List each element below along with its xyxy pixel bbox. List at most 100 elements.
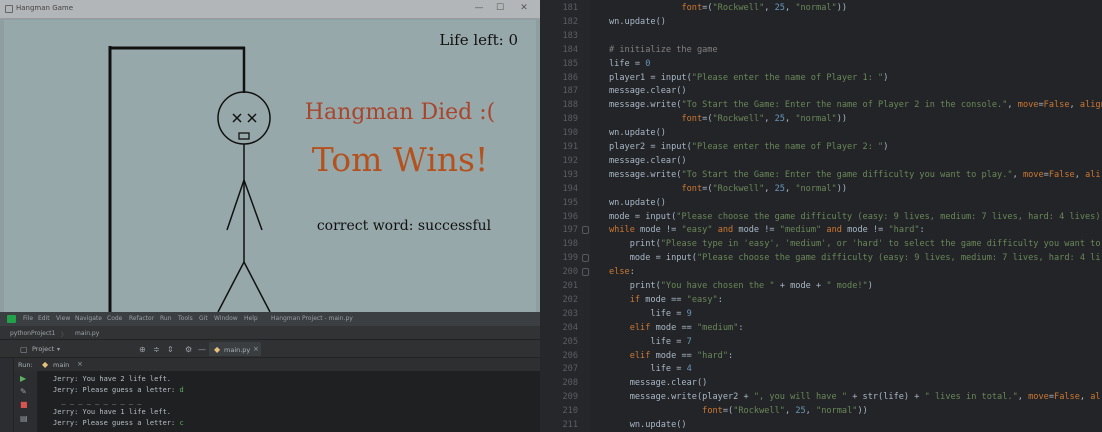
code-text[interactable]: font=("Rockwell", 25, "normal")) <box>609 112 847 126</box>
code-text[interactable]: life = 7 <box>609 335 691 349</box>
code-text[interactable]: life = 4 <box>609 362 691 376</box>
code-text[interactable]: wn.update() <box>609 196 666 210</box>
menu-view[interactable]: View <box>56 315 70 322</box>
code-line[interactable]: 202 if mode == "easy": <box>540 293 1102 307</box>
code-line[interactable]: 195 wn.update() <box>540 196 1102 210</box>
code-text[interactable]: life = 0 <box>609 57 650 71</box>
code-text[interactable]: message.write("To Start the Game: Enter … <box>609 168 1101 182</box>
code-text[interactable]: message.write(player2 + ", you will have… <box>609 390 1101 404</box>
code-line[interactable]: 181 font=("Rockwell", 25, "normal")) <box>540 1 1102 15</box>
code-line[interactable]: 209 message.write(player2 + ", you will … <box>540 390 1102 404</box>
code-line[interactable]: 200 else: <box>540 265 1102 279</box>
code-line[interactable]: 207 life = 4 <box>540 362 1102 376</box>
run-console[interactable]: Jerry: You have 2 life left. Jerry: Plea… <box>38 371 540 432</box>
code-line[interactable]: 205 life = 7 <box>540 335 1102 349</box>
code-line[interactable]: 208 message.clear() <box>540 376 1102 390</box>
menu-refactor[interactable]: Refactor <box>129 315 154 322</box>
code-line[interactable]: 206 elif mode == "hard": <box>540 349 1102 363</box>
code-text[interactable]: message.write("To Start the Game: Enter … <box>609 98 1102 112</box>
minimize-panel-icon[interactable]: — <box>198 345 206 354</box>
project-dropdown[interactable]: Project <box>32 345 54 353</box>
fold-marker-icon[interactable] <box>582 226 589 235</box>
code-text[interactable]: font=("Rockwell", 25, "normal")) <box>609 182 847 196</box>
code-line[interactable]: 190 wn.update() <box>540 126 1102 140</box>
code-line[interactable]: 194 font=("Rockwell", 25, "normal")) <box>540 182 1102 196</box>
layout-icon[interactable]: ▤ <box>20 414 28 423</box>
code-line[interactable]: 183 <box>540 29 1102 43</box>
code-line[interactable]: 196 mode = input("Please choose the game … <box>540 210 1102 224</box>
code-text[interactable]: mode = input("Please choose the game dif… <box>609 210 1101 224</box>
menu-git[interactable]: Git <box>199 315 208 322</box>
code-editor[interactable]: 181 font=("Rockwell", 25, "normal")) 182 w… <box>540 0 1102 432</box>
code-text[interactable]: message.clear() <box>609 84 687 98</box>
tab-main-py[interactable]: ◆ main.py × <box>209 342 261 356</box>
code-line[interactable]: 186 player1 = input("Please enter the nam… <box>540 71 1102 85</box>
code-text[interactable]: print("Please type in 'easy', 'medium', … <box>609 237 1101 251</box>
code-text[interactable]: # initialize the game <box>609 43 718 57</box>
code-line[interactable]: 192 message.clear() <box>540 154 1102 168</box>
menu-window[interactable]: Window <box>214 315 238 322</box>
code-text[interactable]: wn.update() <box>609 15 666 29</box>
code-text[interactable]: font=("Rockwell", 25, "normal")) <box>609 1 847 15</box>
stop-icon[interactable]: ■ <box>20 400 28 409</box>
target-icon[interactable]: ⊕ <box>139 345 146 354</box>
code-line[interactable]: 193 message.write("To Start the Game: Ent… <box>540 168 1102 182</box>
fold-marker-icon[interactable] <box>582 254 589 263</box>
code-line[interactable]: 197 while mode != "easy" and mode != "med… <box>540 223 1102 237</box>
code-line[interactable]: 203 life = 9 <box>540 307 1102 321</box>
chevron-down-icon[interactable]: ▾ <box>57 346 60 353</box>
code-text[interactable]: elif mode == "medium": <box>609 321 744 335</box>
window-titlebar[interactable]: Hangman Game — ☐ ✕ <box>0 0 540 19</box>
menu-navigate[interactable]: Navigate <box>75 315 102 322</box>
close-tab-icon[interactable]: × <box>253 345 259 353</box>
code-text[interactable]: message.clear() <box>609 154 687 168</box>
menu-file[interactable]: File <box>23 315 33 322</box>
code-text[interactable]: wn.update() <box>609 126 666 140</box>
code-line[interactable]: 201 print("You have chosen the " + mode … <box>540 279 1102 293</box>
code-text[interactable]: while mode != "easy" and mode != "medium… <box>609 223 925 237</box>
code-line[interactable]: 189 font=("Rockwell", 25, "normal")) <box>540 112 1102 126</box>
breadcrumb-file[interactable]: main.py <box>75 330 99 337</box>
project-toolbar: ▢ Project ▾ ⊕ ≑ ⇕ ⚙ — ◆ main.py × <box>0 340 540 358</box>
code-line[interactable]: 182 wn.update() <box>540 15 1102 29</box>
rerun-icon[interactable]: ▶ <box>20 374 26 383</box>
maximize-button[interactable]: ☐ <box>493 3 507 13</box>
code-line[interactable]: 199 mode = input("Please choose the game… <box>540 251 1102 265</box>
expand-icon[interactable]: ⇕ <box>167 345 174 354</box>
code-text[interactable]: else: <box>609 265 635 279</box>
menu-edit[interactable]: Edit <box>38 315 50 322</box>
code-line[interactable]: 184 # initialize the game <box>540 43 1102 57</box>
wrench-icon[interactable]: ✎ <box>20 387 27 396</box>
code-text[interactable]: life = 9 <box>609 307 691 321</box>
menu-code[interactable]: Code <box>107 315 122 322</box>
code-text[interactable]: player1 = input("Please enter the name o… <box>609 71 888 85</box>
breadcrumb-project[interactable]: pythonProject1 <box>10 330 55 337</box>
menu-run[interactable]: Run <box>160 315 172 322</box>
code-text[interactable]: elif mode == "hard": <box>609 349 734 363</box>
code-line[interactable]: 187 message.clear() <box>540 84 1102 98</box>
code-text[interactable]: if mode == "easy": <box>609 293 723 307</box>
code-text[interactable]: wn.update() <box>609 418 687 432</box>
code-line[interactable]: 185 life = 0 <box>540 57 1102 71</box>
code-line[interactable]: 204 elif mode == "medium": <box>540 321 1102 335</box>
code-line[interactable]: 188 message.write("To Start the Game: Ent… <box>540 98 1102 112</box>
gear-icon[interactable]: ⚙ <box>185 345 192 354</box>
code-line[interactable]: 210 font=("Rockwell", 25, "normal")) <box>540 404 1102 418</box>
code-text[interactable]: message.clear() <box>609 376 708 390</box>
close-run-tab-icon[interactable]: × <box>77 360 83 368</box>
menu-help[interactable]: Help <box>244 315 258 322</box>
code-line[interactable]: 198 print("Please type in 'easy', 'mediu… <box>540 237 1102 251</box>
menu-tools[interactable]: Tools <box>178 315 193 322</box>
code-text[interactable]: print("You have chosen the " + mode + " … <box>609 279 873 293</box>
run-config-tab[interactable]: main <box>53 361 69 369</box>
code-text[interactable]: font=("Rockwell", 25, "normal")) <box>609 404 868 418</box>
code-line[interactable]: 211 wn.update() <box>540 418 1102 432</box>
code-text[interactable]: mode = input("Please choose the game dif… <box>609 251 1101 265</box>
code-line[interactable]: 191 player2 = input("Please enter the nam… <box>540 140 1102 154</box>
code-text[interactable]: player2 = input("Please enter the name o… <box>609 140 888 154</box>
fold-marker-icon[interactable] <box>582 268 589 277</box>
collapse-icon[interactable]: ≑ <box>153 345 160 354</box>
minimize-button[interactable]: — <box>472 3 486 13</box>
line-number: 211 <box>562 420 578 430</box>
close-button[interactable]: ✕ <box>517 3 531 13</box>
